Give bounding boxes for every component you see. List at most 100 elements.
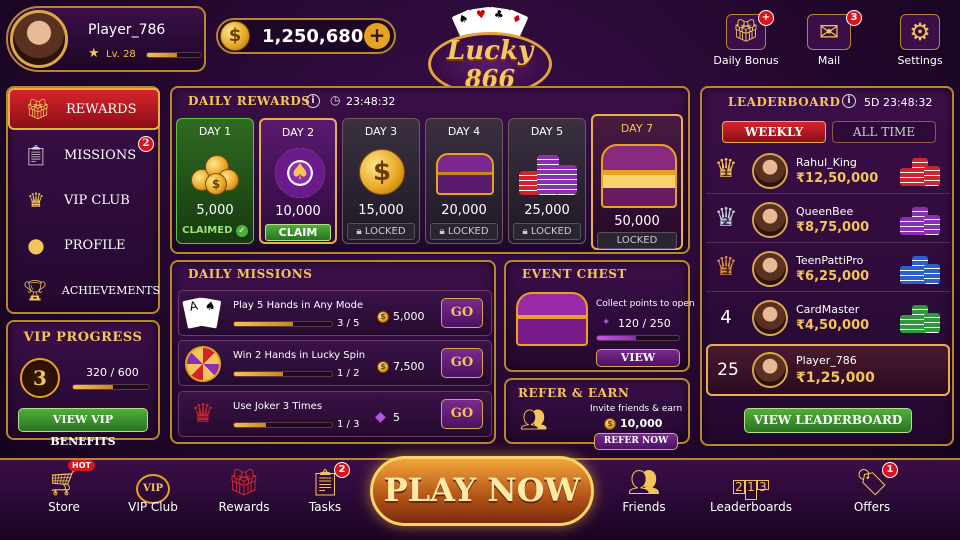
rank-number: 3 <box>722 264 730 277</box>
my-rank-row[interactable]: 25 Player_786 ₹1,25,000 <box>706 344 950 396</box>
coin-icon: $ <box>377 311 389 323</box>
player-avatar[interactable] <box>10 10 68 68</box>
day-label: DAY 1 <box>198 125 232 138</box>
mission-go-button[interactable]: GO <box>441 298 483 328</box>
gem-icon: ◆ <box>375 409 386 425</box>
nav-store[interactable]: 🛒︎ Store HOT <box>34 460 95 522</box>
add-coins-button[interactable]: + <box>364 23 390 49</box>
vip-progress-title: VIP PROGRESS <box>23 330 143 345</box>
rank-number: 25 <box>717 360 739 380</box>
lock-icon: 🔒︎ <box>356 226 362 237</box>
mission-go-button[interactable]: GO <box>441 399 483 429</box>
gift-icon: 🎁︎ <box>25 97 51 121</box>
podium-icon: 213 <box>706 466 796 500</box>
sidebar-item-achievements[interactable]: 🏆︎ ACHIEVEMENTS <box>8 269 160 311</box>
crown-icon: ♛ <box>27 188 45 212</box>
mission-go-button[interactable]: GO <box>441 348 483 378</box>
day-card-2[interactable]: DAY 2 ♠ 10,000 CLAIM <box>259 118 337 244</box>
nav-offers[interactable]: 🏷︎ Offers 1 <box>842 462 902 522</box>
vip-progress-bar <box>72 384 150 390</box>
mission-progress-bar <box>233 371 333 377</box>
nav-label: VIP Club <box>128 500 178 514</box>
chips-icon <box>900 156 940 188</box>
nav-vip-club[interactable]: VIP VIP Club <box>120 466 186 522</box>
view-vip-benefits-button[interactable]: VIEW VIP BENEFITS <box>18 408 148 448</box>
tab-all-time[interactable]: ALL TIME <box>832 121 936 143</box>
hot-badge: HOT <box>68 460 95 471</box>
avatar <box>752 300 788 336</box>
star-icon: ★ <box>88 46 100 61</box>
info-icon[interactable]: i <box>306 94 320 108</box>
sidebar-item-missions[interactable]: 📋︎ MISSIONS 2 <box>8 134 160 176</box>
day-status: 🔒︎ LOCKED <box>347 223 415 240</box>
player-card[interactable]: Player_786 ★ Lv. 28 <box>6 6 206 72</box>
player-amount: ₹8,75,000 <box>796 220 870 235</box>
day-card-3: DAY 3 $ 15,000 🔒︎ LOCKED <box>342 118 420 244</box>
day-status: 🔒︎ LOCKED <box>513 223 581 240</box>
lucky-spin-wheel-icon <box>185 346 221 382</box>
mission-title: Play 5 Hands in Any Mode <box>233 300 364 311</box>
mission-progress-bar <box>233 321 333 327</box>
player-level: Lv. 28 <box>106 49 136 60</box>
player-amount: ₹1,25,000 <box>796 370 875 386</box>
avatar <box>752 251 788 287</box>
day-status: LOCKED <box>597 232 677 249</box>
nav-leaderboards[interactable]: 213 Leaderboards <box>706 466 796 522</box>
daily-rewards-timer: 23:48:32 <box>346 95 396 108</box>
leaderboard-row[interactable]: 4 CardMaster ₹4,50,000 <box>706 295 950 341</box>
coin-stack-icon: $ <box>191 147 241 197</box>
sidebar-item-label: PROFILE <box>64 237 126 253</box>
mission-reward: 5,000 <box>393 310 425 323</box>
sidebar-item-profile[interactable]: ● PROFILE <box>8 224 160 266</box>
nav-label: Leaderboards <box>709 500 793 514</box>
info-icon[interactable]: i <box>842 94 856 108</box>
clock-icon: ◷ <box>330 93 341 107</box>
player-amount: ₹12,50,000 <box>796 171 879 186</box>
player-name: Rahul_King <box>796 156 857 169</box>
nav-tasks[interactable]: 📋︎ Tasks 2 <box>296 462 354 522</box>
avatar <box>752 153 788 189</box>
friends-coins-icon: 👥︎ <box>520 408 548 433</box>
mail-button[interactable]: ✉ Mail 3 <box>798 10 862 72</box>
sidebar-item-label: ACHIEVEMENTS <box>61 283 160 297</box>
day-amount: 5,000 <box>196 203 234 218</box>
poker-chip-icon: ♠ <box>275 148 325 198</box>
sidebar-item-label: REWARDS <box>66 101 137 117</box>
day-card-7: DAY 7 50,000 LOCKED <box>591 114 683 250</box>
nav-friends[interactable]: 👥︎ Friends <box>612 466 676 522</box>
mission-title: Win 2 Hands in Lucky Spin <box>233 350 366 361</box>
sidebar-item-label: VIP CLUB <box>64 192 130 208</box>
refer-now-button[interactable]: REFER NOW <box>594 433 678 450</box>
mission-row: A ♠ Play 5 Hands in Any Mode 3 / 5 $ 5,0… <box>178 290 492 336</box>
vip-icon: VIP <box>120 466 186 504</box>
leaderboard-timer: 5D 23:48:32 <box>864 96 933 109</box>
player-amount: ₹4,50,000 <box>796 318 870 333</box>
mission-progress: 1 / 3 <box>337 419 360 430</box>
chip-stack-icon <box>519 149 577 197</box>
view-leaderboard-button[interactable]: VIEW LEADERBOARD <box>744 408 912 433</box>
joker-hat-icon: ♛ <box>191 399 215 429</box>
claim-button[interactable]: CLAIM <box>265 224 331 241</box>
day-amount: 10,000 <box>275 204 321 219</box>
tasks-badge: 2 <box>334 462 350 478</box>
sidebar-item-rewards[interactable]: 🎁︎ REWARDS <box>8 88 160 130</box>
event-chest-view-button[interactable]: VIEW <box>596 349 680 367</box>
settings-button[interactable]: ⚙ Settings <box>890 14 950 72</box>
nav-label: Rewards <box>218 500 270 514</box>
mission-progress: 3 / 5 <box>337 318 360 329</box>
tab-weekly[interactable]: WEEKLY <box>722 121 826 143</box>
nav-rewards[interactable]: 🎁︎ Rewards <box>212 466 276 522</box>
leaderboard-row[interactable]: ♛ 3 TeenPattiPro ₹6,25,000 <box>706 246 950 292</box>
play-now-label: PLAY NOW <box>383 471 581 509</box>
friends-icon: 👥︎ <box>627 468 661 498</box>
event-chest-progress-text: 120 / 250 <box>618 317 671 330</box>
vip-progress-text: 320 / 600 <box>86 366 139 379</box>
leaderboard-row[interactable]: ♛ 2 QueenBee ₹8,75,000 <box>706 197 950 243</box>
clipboard-icon: 📋︎ <box>23 143 49 167</box>
leaderboard-row[interactable]: ♛ 1 Rahul_King ₹12,50,000 <box>706 148 950 194</box>
play-now-button[interactable]: PLAY NOW <box>370 456 594 526</box>
player-name: CardMaster <box>796 303 860 316</box>
daily-bonus-button[interactable]: 🎁︎ Daily Bonus + <box>712 10 780 72</box>
daily-missions-title: DAILY MISSIONS <box>188 267 313 281</box>
sidebar-item-vip-club[interactable]: ♛ VIP CLUB <box>8 179 160 221</box>
